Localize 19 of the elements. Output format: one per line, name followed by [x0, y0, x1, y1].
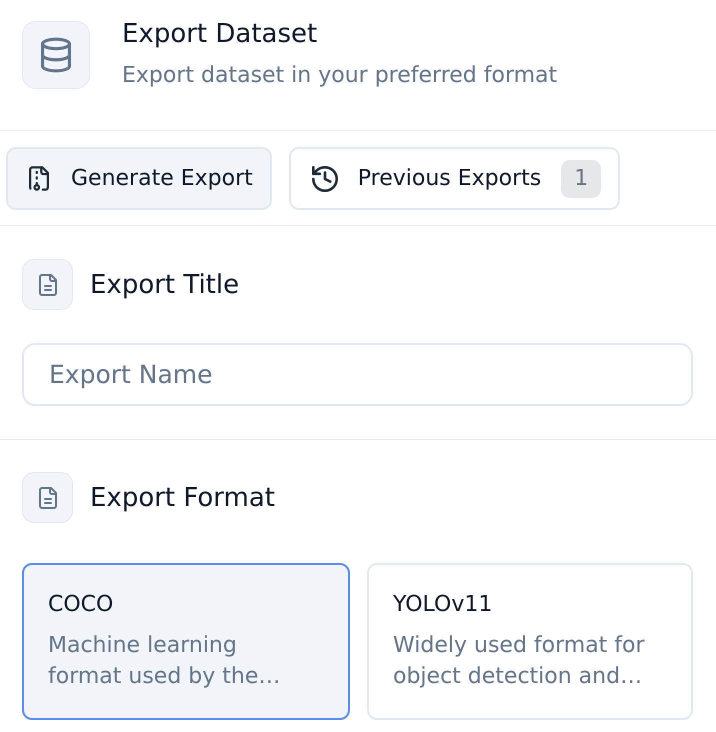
history-icon [312, 166, 338, 192]
database-icon [22, 20, 90, 88]
tab[interactable]: Generate Export [6, 147, 272, 210]
document-icon [22, 472, 73, 523]
count-badge: 1 [561, 160, 602, 198]
format-description: Machine learning format used by the… [48, 632, 282, 691]
name-input[interactable]: Export Name [22, 343, 693, 406]
format-card[interactable]: YOLOv11 Widely used format for object detection and… [367, 563, 693, 720]
page-subtitle: Export dataset in your preferred format [122, 62, 558, 90]
document-icon [22, 259, 73, 310]
format-card[interactable]: COCO Machine learning format used by the… [22, 563, 350, 720]
zip-file-icon [29, 166, 49, 191]
section-title: Export Format [90, 482, 275, 514]
tab[interactable]: Previous Exports 1 [288, 147, 620, 210]
format-description: Widely used format for object detection and… [393, 632, 646, 691]
page-title: Export Dataset [122, 18, 318, 50]
section-title: Export Title [90, 268, 240, 300]
format-name: YOLOv11 [393, 591, 494, 619]
format-name: COCO [48, 591, 114, 619]
